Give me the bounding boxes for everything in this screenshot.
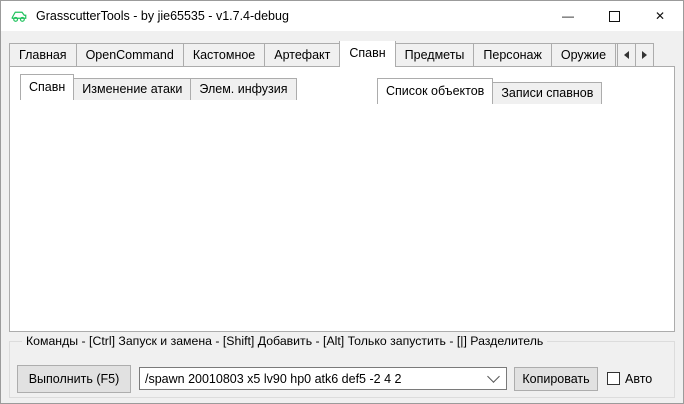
copy-button[interactable]: Копировать [514,367,598,391]
right-tab-strip: Список объектов Записи спавнов [377,79,601,104]
minimize-icon: — [562,9,574,23]
title-bar: GrasscutterTools - by jie65535 - v1.7.4-… [1,1,683,31]
command-combobox[interactable] [139,367,507,390]
tab-artefakt[interactable]: Артефакт [264,43,340,67]
arrow-right-icon [642,51,647,59]
command-input[interactable] [140,372,489,386]
tab-elem-infuziya[interactable]: Элем. инфузия [190,78,296,100]
spavn-tab-page [9,66,675,332]
chevron-down-icon [487,370,500,383]
minimize-button[interactable]: — [545,1,591,31]
main-tab-strip: Главная OpenCommand Кастомное Артефакт С… [9,41,617,67]
close-button[interactable]: ✕ [637,1,683,31]
tab-izmenenie-ataki[interactable]: Изменение атаки [73,78,191,100]
window-title: GrasscutterTools - by jie65535 - v1.7.4-… [36,9,289,23]
auto-checkbox-label: Авто [625,371,652,387]
auto-checkbox[interactable] [607,372,620,385]
close-icon: ✕ [655,9,665,23]
run-button-label: Выполнить (F5) [29,372,120,386]
tab-spisok-obektov[interactable]: Список объектов [377,78,493,104]
tab-kastomnoe[interactable]: Кастомное [183,43,265,67]
tab-spavn-inner[interactable]: Спавн [20,74,74,100]
tab-glavnaya[interactable]: Главная [9,43,77,67]
arrow-left-icon [624,51,629,59]
tab-personazh[interactable]: Персонаж [473,43,551,67]
run-button[interactable]: Выполнить (F5) [17,365,131,393]
tab-oruzhie[interactable]: Оружие [551,43,616,67]
tab-predmety[interactable]: Предметы [395,43,475,67]
maximize-icon [609,11,620,22]
commands-group-title: Команды - [Ctrl] Запуск и замена - [Shif… [22,334,547,348]
tab-zapisi-spavnov[interactable]: Записи спавнов [492,82,602,104]
left-tab-strip: Спавн Изменение атаки Элем. инфузия [20,75,296,100]
tab-scroll-left-button[interactable] [617,43,636,67]
tab-opencommand[interactable]: OpenCommand [76,43,184,67]
copy-button-label: Копировать [522,372,589,386]
tab-spavn[interactable]: Спавн [339,41,395,67]
app-logo-icon [10,8,28,24]
maximize-button[interactable] [591,1,637,31]
tab-scroll-right-button[interactable] [635,43,654,67]
app-window: GrasscutterTools - by jie65535 - v1.7.4-… [0,0,684,404]
